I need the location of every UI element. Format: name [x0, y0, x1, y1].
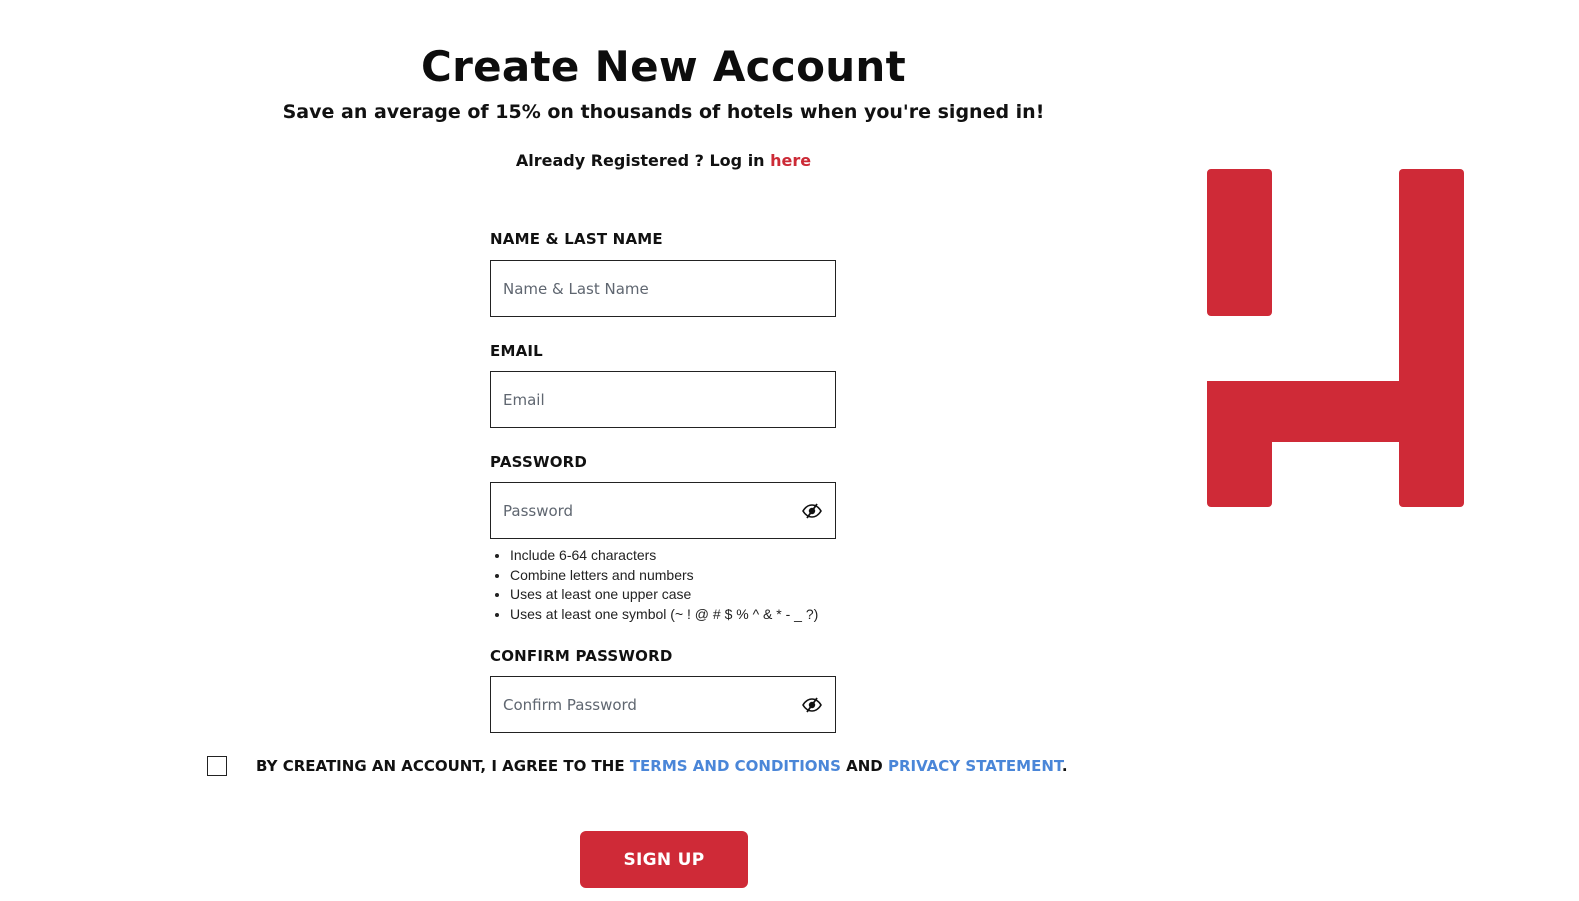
password-rule: Include 6-64 characters	[510, 546, 818, 566]
terms-suffix: .	[1061, 757, 1068, 775]
terms-checkbox[interactable]	[207, 756, 227, 776]
already-registered-text: Already Registered ? Log in here	[0, 151, 1327, 170]
password-field-container	[490, 482, 836, 539]
terms-prefix: BY CREATING AN ACCOUNT, I AGREE TO THE	[256, 757, 630, 775]
terms-text: BY CREATING AN ACCOUNT, I AGREE TO THE T…	[256, 757, 1068, 775]
h-logo	[1207, 169, 1464, 507]
confirm-password-input[interactable]	[491, 677, 835, 732]
sign-up-button[interactable]: SIGN UP	[580, 831, 748, 888]
eye-slash-icon[interactable]	[801, 696, 823, 714]
password-rule: Uses at least one upper case	[510, 585, 818, 605]
password-rules-list: Include 6-64 characters Combine letters …	[490, 546, 818, 624]
name-input[interactable]	[491, 261, 835, 316]
password-rule: Combine letters and numbers	[510, 566, 818, 586]
email-field-container	[490, 371, 836, 428]
password-input[interactable]	[491, 483, 835, 538]
email-label: EMAIL	[490, 342, 543, 360]
name-field-container	[490, 260, 836, 317]
already-registered-label: Already Registered ? Log in	[515, 151, 771, 170]
confirm-password-field-container	[490, 676, 836, 733]
password-rule: Uses at least one symbol (~ ! @ # $ % ^ …	[510, 605, 818, 625]
password-label: PASSWORD	[490, 453, 588, 471]
signup-page: Create New Account Save an average of 15…	[0, 0, 1579, 901]
terms-and-conditions-link[interactable]: TERMS AND CONDITIONS	[630, 757, 841, 775]
email-input[interactable]	[491, 372, 835, 427]
privacy-statement-link[interactable]: PRIVACY STATEMENT	[888, 757, 1062, 775]
terms-middle: AND	[840, 757, 888, 775]
eye-slash-icon[interactable]	[801, 502, 823, 520]
confirm-password-label: CONFIRM PASSWORD	[490, 647, 673, 665]
name-label: NAME & LAST NAME	[490, 230, 663, 248]
page-subtitle: Save an average of 15% on thousands of h…	[282, 101, 1045, 123]
page-title: Create New Account	[420, 42, 907, 91]
login-link[interactable]: here	[770, 151, 811, 170]
